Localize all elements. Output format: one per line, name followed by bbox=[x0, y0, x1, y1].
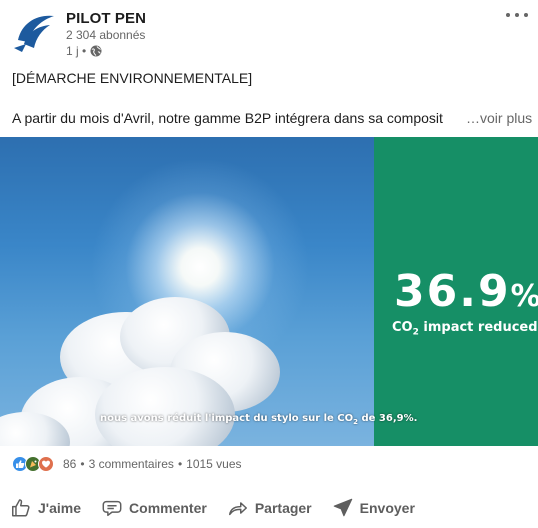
stat-label: CO2 impact reduced bbox=[392, 320, 538, 338]
pilot-logo[interactable] bbox=[12, 10, 56, 54]
stat-value: 36.9% bbox=[394, 266, 538, 317]
follower-count: 2 304 abonnés bbox=[66, 28, 146, 42]
globe-icon bbox=[90, 45, 102, 57]
send-label: Envoyer bbox=[359, 500, 415, 516]
separator: • bbox=[177, 457, 183, 471]
more-options-icon[interactable] bbox=[506, 6, 528, 24]
like-button[interactable]: J'aime bbox=[0, 488, 91, 528]
share-label: Partager bbox=[254, 500, 312, 516]
comment-button[interactable]: Commenter bbox=[91, 488, 217, 528]
post-time: 1 j • bbox=[66, 44, 87, 58]
post-text-line-2: A partir du mois d'Avril, notre gamme B2… bbox=[12, 110, 443, 126]
sky-photo bbox=[0, 137, 374, 446]
social-counts: 86 • 3 commentaires • 1015 vues bbox=[12, 455, 242, 473]
comment-label: Commenter bbox=[129, 500, 207, 516]
post-text-line-1: [DÉMARCHE ENVIRONNEMENTALE] bbox=[12, 70, 253, 86]
comment-icon bbox=[102, 500, 122, 517]
share-button[interactable]: Partager bbox=[217, 488, 322, 528]
love-reaction-icon bbox=[38, 456, 54, 472]
company-name[interactable]: PILOT PEN bbox=[66, 10, 146, 27]
like-label: J'aime bbox=[38, 500, 82, 516]
action-bar: J'aime Commenter Partager Envoyer bbox=[0, 486, 538, 528]
send-icon bbox=[333, 498, 352, 517]
video-caption: nous avons réduit l'impact du stylo sur … bbox=[100, 413, 418, 426]
see-more-link[interactable]: …voir plus bbox=[466, 110, 532, 126]
reactions-count[interactable]: 86 bbox=[63, 457, 76, 471]
like-icon bbox=[12, 499, 30, 517]
share-icon bbox=[228, 502, 247, 516]
reactions-summary[interactable] bbox=[12, 456, 54, 472]
post-meta: 1 j • bbox=[66, 44, 102, 58]
send-button[interactable]: Envoyer bbox=[322, 488, 425, 528]
comments-count[interactable]: 3 commentaires bbox=[89, 457, 174, 471]
post-media[interactable]: 36.9% CO2 impact reduced nous avons rédu… bbox=[0, 137, 538, 446]
separator: • bbox=[80, 457, 85, 471]
post-header: PILOT PEN 2 304 abonnés 1 j • bbox=[0, 0, 538, 64]
views-count: 1015 vues bbox=[186, 457, 242, 471]
